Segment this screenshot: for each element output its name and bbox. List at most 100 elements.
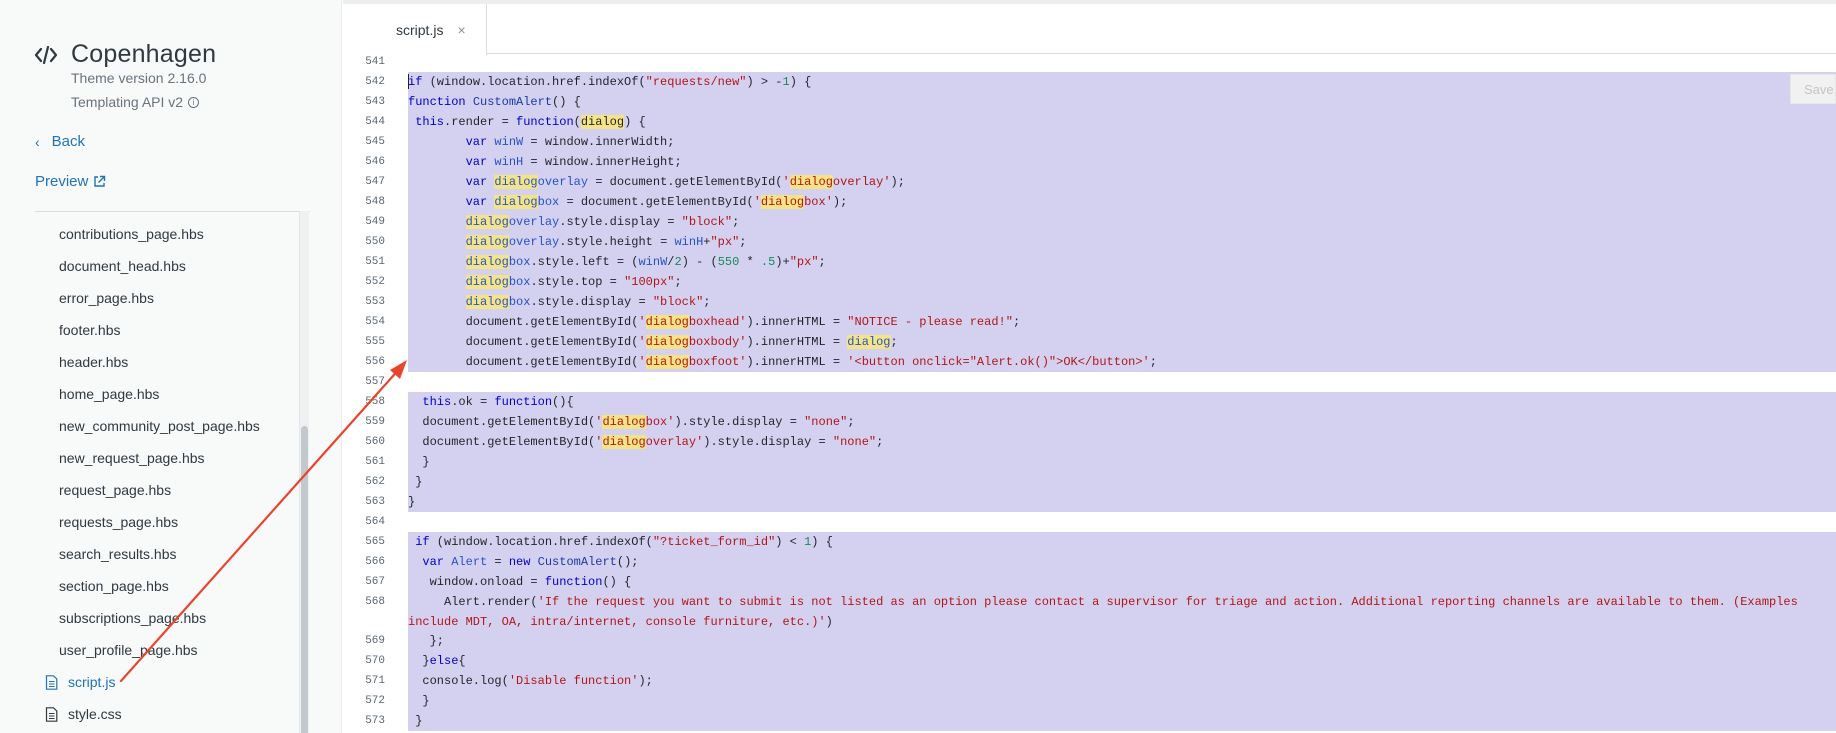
code-line[interactable]: 545 var winW = window.innerWidth; — [343, 132, 1836, 152]
code-line-text: document.getElementById('dialogoverlay')… — [408, 432, 1836, 452]
line-number: 551 — [365, 256, 385, 268]
code-line[interactable]: 544 this.render = function(dialog) { — [343, 112, 1836, 132]
file-item[interactable]: user_profile_page.hbs — [0, 634, 300, 666]
code-area[interactable]: 541 542 if (window.location.href.indexOf("… — [343, 52, 1836, 731]
close-icon[interactable]: × — [457, 22, 465, 38]
code-line-text: dialogbox.style.left = (winW/2) - (550 *… — [408, 252, 1836, 272]
scrollbar-thumb[interactable] — [301, 426, 308, 733]
code-line[interactable]: 546 var winH = window.innerHeight; — [343, 152, 1836, 172]
code-line[interactable]: 543 function CustomAlert() { — [343, 92, 1836, 112]
file-item[interactable]: subscriptions_page.hbs — [0, 602, 300, 634]
line-number: 566 — [365, 556, 385, 568]
code-line-text: Alert.render('If the request you want to… — [408, 592, 1836, 631]
file-name: request_page.hbs — [59, 482, 172, 498]
code-line[interactable]: 551 dialogbox.style.left = (winW/2) - (5… — [343, 252, 1836, 272]
line-number: 563 — [365, 496, 385, 508]
code-line[interactable]: 562 } — [343, 472, 1836, 492]
save-button[interactable]: Save — [1790, 74, 1836, 104]
preview-link[interactable]: Preview — [35, 173, 106, 190]
file-item[interactable]: section_page.hbs — [0, 570, 300, 602]
code-line-text: document.getElementById('dialogboxhead')… — [408, 312, 1836, 332]
tab-script-js[interactable]: script.js × — [343, 4, 487, 55]
tab-label: script.js — [396, 21, 444, 38]
code-line[interactable]: 557 — [343, 372, 1836, 392]
file-item[interactable]: footer.hbs — [0, 314, 300, 346]
file-item[interactable]: new_community_post_page.hbs — [0, 410, 300, 442]
file-item[interactable]: header.hbs — [0, 346, 300, 378]
file-tree-scrollbar[interactable] — [299, 211, 309, 733]
code-line[interactable]: 571 console.log('Disable function'); — [343, 671, 1836, 691]
line-number: 545 — [365, 136, 385, 148]
code-line[interactable]: 572 } — [343, 691, 1836, 711]
line-number: 556 — [365, 356, 385, 368]
file-item[interactable]: request_page.hbs — [0, 474, 300, 506]
code-line-text: dialogbox.style.top = "100px"; — [408, 272, 1836, 292]
code-line[interactable]: 567 window.onload = function() { — [343, 572, 1836, 592]
code-line[interactable]: 570 }else{ — [343, 651, 1836, 671]
code-line[interactable]: 555 document.getElementById('dialogboxbo… — [343, 332, 1836, 352]
line-number: 564 — [365, 516, 385, 528]
file-item[interactable]: error_page.hbs — [0, 282, 300, 314]
code-line[interactable]: 547 var dialogoverlay = document.getElem… — [343, 172, 1836, 192]
file-item[interactable]: script.js — [0, 666, 300, 698]
info-icon[interactable]: i — [188, 96, 200, 108]
code-line-text: console.log('Disable function'); — [408, 671, 1836, 691]
code-line[interactable]: 560 document.getElementById('dialogoverl… — [343, 432, 1836, 452]
line-number: 572 — [365, 695, 385, 707]
code-line[interactable]: 554 document.getElementById('dialogboxhe… — [343, 312, 1836, 332]
code-line[interactable]: 563} — [343, 492, 1836, 512]
back-link[interactable]: ‹ Back — [35, 133, 85, 150]
code-line[interactable]: 549 dialogoverlay.style.display = "block… — [343, 212, 1836, 232]
code-line-text: dialogbox.style.display = "block"; — [408, 292, 1836, 312]
file-item[interactable]: document_head.hbs — [0, 250, 300, 282]
line-number: 565 — [365, 536, 385, 548]
file-name: contributions_page.hbs — [59, 226, 204, 242]
sidebar-divider — [35, 211, 310, 212]
file-item[interactable]: search_results.hbs — [0, 538, 300, 570]
code-line[interactable]: 561 } — [343, 452, 1836, 472]
code-line-text: var winW = window.innerWidth; — [408, 132, 1836, 152]
code-line[interactable]: 541 — [343, 52, 1836, 72]
file-name: new_community_post_page.hbs — [59, 418, 260, 434]
code-line[interactable]: 564 — [343, 512, 1836, 532]
line-number: 553 — [365, 296, 385, 308]
code-line[interactable]: 569 }; — [343, 631, 1836, 651]
code-line-text: this.ok = function(){ — [408, 392, 1836, 412]
line-number: 559 — [365, 416, 385, 428]
code-line[interactable]: 566 var Alert = new CustomAlert(); — [343, 552, 1836, 572]
line-number: 546 — [365, 156, 385, 168]
code-line-text: } — [408, 472, 1836, 492]
code-line[interactable]: 568 Alert.render('If the request you wan… — [343, 592, 1836, 631]
line-number: 550 — [365, 236, 385, 248]
line-number: 561 — [365, 456, 385, 468]
code-line-text: } — [408, 711, 1836, 731]
code-line[interactable]: 553 dialogbox.style.display = "block"; — [343, 292, 1836, 312]
theme-brand: Copenhagen — [35, 40, 216, 69]
code-line[interactable]: 573 } — [343, 711, 1836, 731]
file-name: script.js — [68, 674, 116, 690]
line-number: 547 — [365, 176, 385, 188]
code-line[interactable]: 565 if (window.location.href.indexOf("?t… — [343, 532, 1836, 552]
code-line[interactable]: 542 if (window.location.href.indexOf("req… — [343, 72, 1836, 92]
code-line-text: }else{ — [408, 651, 1836, 671]
file-name: style.css — [68, 706, 122, 722]
code-line-text: var Alert = new CustomAlert(); — [408, 552, 1836, 572]
file-item[interactable]: new_request_page.hbs — [0, 442, 300, 474]
code-line[interactable]: 550 dialogoverlay.style.height = winH+"p… — [343, 232, 1836, 252]
file-item[interactable]: home_page.hbs — [0, 378, 300, 410]
code-line[interactable]: 552 dialogbox.style.top = "100px"; — [343, 272, 1836, 292]
file-item[interactable]: style.css — [0, 698, 300, 730]
code-line-text: document.getElementById('dialogbox').sty… — [408, 412, 1836, 432]
code-line[interactable]: 556 document.getElementById('dialogboxfo… — [343, 352, 1836, 372]
code-icon — [35, 45, 57, 64]
code-line-text: } — [408, 492, 1836, 512]
file-name: requests_page.hbs — [59, 514, 179, 530]
code-line[interactable]: 559 document.getElementById('dialogbox')… — [343, 412, 1836, 432]
file-item[interactable]: contributions_page.hbs — [0, 218, 300, 250]
code-line[interactable]: 558 this.ok = function(){ — [343, 392, 1836, 412]
line-number: 558 — [365, 396, 385, 408]
external-link-icon — [94, 175, 106, 187]
line-number: 570 — [365, 655, 385, 667]
code-line[interactable]: 548 var dialogbox = document.getElementB… — [343, 192, 1836, 212]
file-item[interactable]: requests_page.hbs — [0, 506, 300, 538]
